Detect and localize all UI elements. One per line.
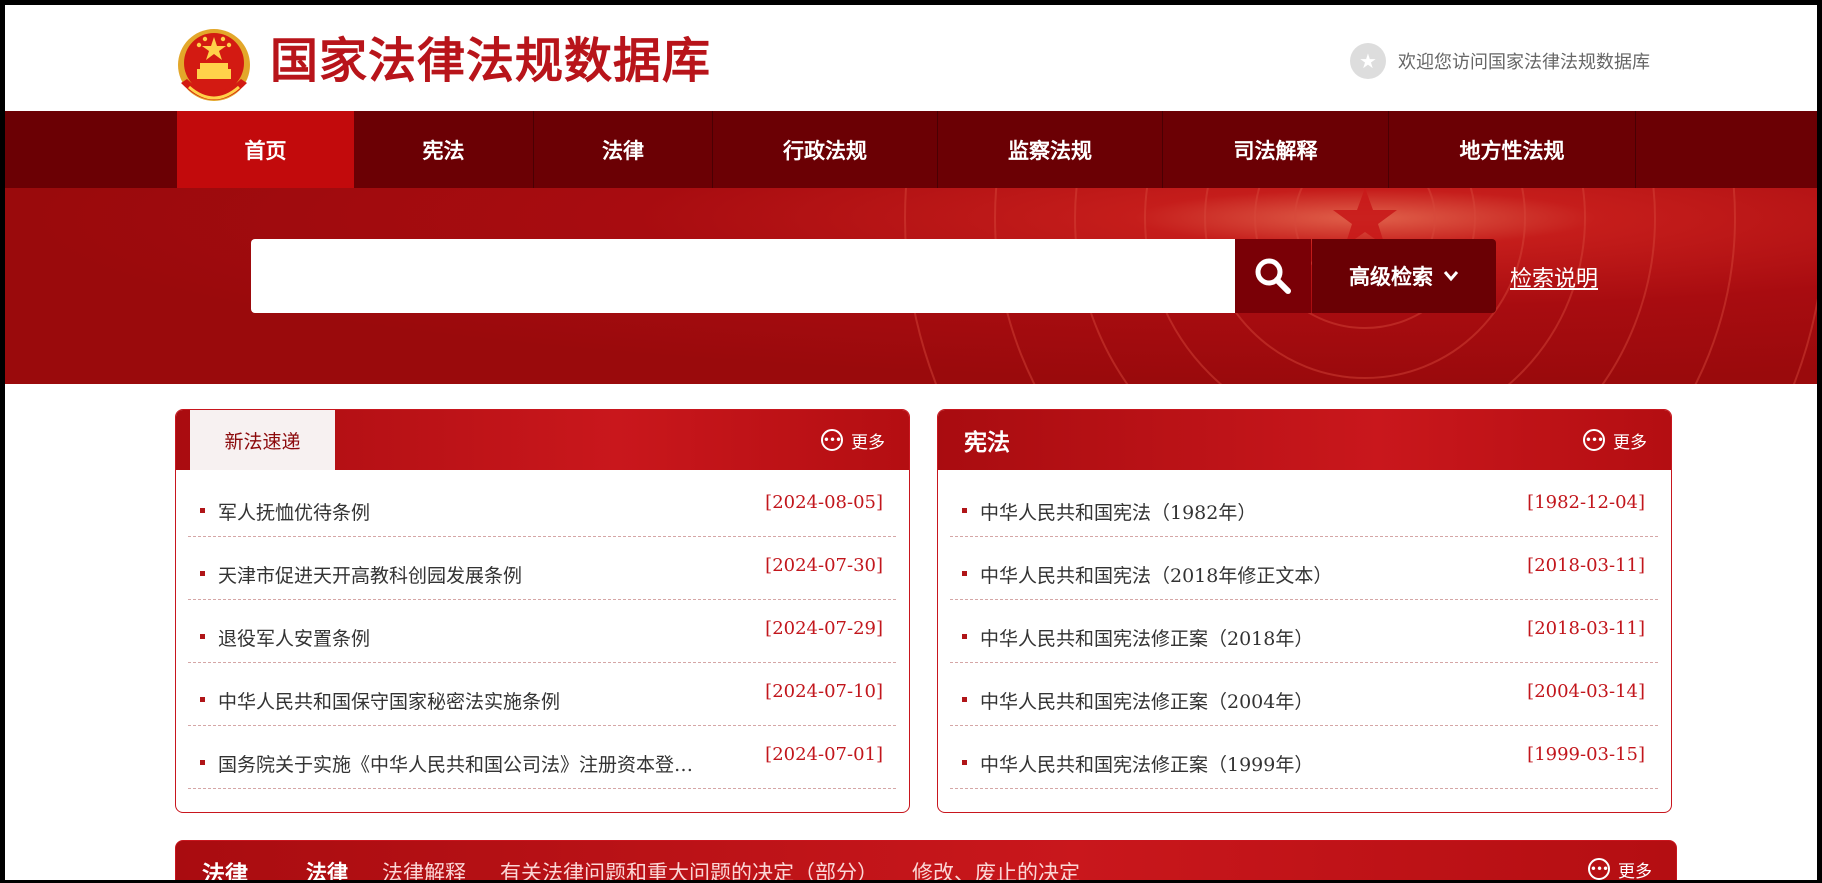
item-title-link[interactable]: 中华人民共和国保守国家秘密法实施条例 <box>218 687 560 714</box>
nav-item-home[interactable]: 首页 <box>177 111 354 188</box>
panel-header: 新法速递 ••• 更多 <box>176 410 909 470</box>
item-title-link[interactable]: 国务院关于实施《中华人民共和国公司法》注册资本登… <box>218 750 693 777</box>
chevron-down-icon <box>1443 271 1459 282</box>
item-date: [1982-12-04] <box>1527 492 1645 513</box>
item-title-link[interactable]: 中华人民共和国宪法修正案（2004年） <box>980 687 1313 714</box>
tab-new-laws[interactable]: 新法速递 <box>190 410 335 470</box>
item-title-link[interactable]: 中华人民共和国宪法（2018年修正文本） <box>980 561 1332 588</box>
panel-new-laws: 新法速递 ••• 更多 军人抚恤优待条例 [2024-08-05] 天津市促进天开… <box>175 409 910 813</box>
list-item: 天津市促进天开高教科创园发展条例 [2024-07-30] <box>188 537 896 600</box>
constitution-list: 中华人民共和国宪法（1982年） [1982-12-04] 中华人民共和国宪法（2… <box>950 474 1658 789</box>
more-link[interactable]: ••• 更多 <box>821 410 885 470</box>
bullet <box>962 760 967 765</box>
nav-item-judicial-interpretations[interactable]: 司法解释 <box>1163 111 1389 188</box>
page-frame: 国家法律法规数据库 ★ 欢迎您访问国家法律法规数据库 首页 宪法 法律 行政法规… <box>5 5 1817 880</box>
nav-item-constitution[interactable]: 宪法 <box>354 111 534 188</box>
item-date: [2004-03-14] <box>1527 681 1645 702</box>
more-dots-icon: ••• <box>1588 858 1610 880</box>
item-date: [1999-03-15] <box>1527 744 1645 765</box>
more-link[interactable]: ••• 更多 <box>1583 410 1647 470</box>
item-date: [2024-07-30] <box>765 555 883 576</box>
item-date: [2024-07-10] <box>765 681 883 702</box>
advanced-search-label: 高级检索 <box>1349 265 1433 289</box>
list-item: 中华人民共和国宪法（1982年） [1982-12-04] <box>950 474 1658 537</box>
bullet <box>200 571 205 576</box>
welcome-message: ★ 欢迎您访问国家法律法规数据库 <box>1350 43 1650 79</box>
item-title-link[interactable]: 天津市促进天开高教科创园发展条例 <box>218 561 522 588</box>
list-item: 国务院关于实施《中华人民共和国公司法》注册资本登… [2024-07-01] <box>188 726 896 789</box>
bullet <box>200 760 205 765</box>
more-label: 更多 <box>1618 861 1652 881</box>
more-label: 更多 <box>851 432 885 453</box>
list-item: 中华人民共和国宪法修正案（1999年） [1999-03-15] <box>950 726 1658 789</box>
tab-amend-repeal-decisions[interactable]: 修改、废止的决定 <box>912 857 1080 880</box>
item-title-link[interactable]: 中华人民共和国宪法（1982年） <box>980 498 1256 525</box>
item-date: [2018-03-11] <box>1527 555 1645 576</box>
bullet <box>962 508 967 513</box>
new-laws-list: 军人抚恤优待条例 [2024-08-05] 天津市促进天开高教科创园发展条例 [20… <box>188 474 896 789</box>
item-title-link[interactable]: 军人抚恤优待条例 <box>218 498 370 525</box>
panel-law: 法律 法律 法律解释 有关法律问题和重大问题的决定（部分） 修改、废止的决定 •… <box>175 840 1677 880</box>
welcome-text: 欢迎您访问国家法律法规数据库 <box>1398 52 1650 73</box>
item-date: [2024-07-01] <box>765 744 883 765</box>
list-item: 中华人民共和国保守国家秘密法实施条例 [2024-07-10] <box>188 663 896 726</box>
item-date: [2024-08-05] <box>765 492 883 513</box>
panel-title: 法律 <box>202 861 248 880</box>
list-item: 退役军人安置条例 [2024-07-29] <box>188 600 896 663</box>
law-tabs: 法律 法律解释 有关法律问题和重大问题的决定（部分） 修改、废止的决定 <box>306 857 1080 880</box>
site-title: 国家法律法规数据库 <box>270 33 712 89</box>
search-help-link[interactable]: 检索说明 <box>1510 261 1598 293</box>
national-emblem-icon <box>178 29 250 101</box>
bullet <box>200 508 205 513</box>
bullet <box>962 634 967 639</box>
item-title-link[interactable]: 退役军人安置条例 <box>218 624 370 651</box>
bullet <box>962 571 967 576</box>
advanced-search-button[interactable]: 高级检索 <box>1312 239 1496 313</box>
search-button[interactable] <box>1235 239 1311 313</box>
bullet <box>200 634 205 639</box>
list-item: 军人抚恤优待条例 [2024-08-05] <box>188 474 896 537</box>
search-input[interactable] <box>251 239 1235 313</box>
nav-item-admin-regulations[interactable]: 行政法规 <box>713 111 938 188</box>
nav-item-local-regulations[interactable]: 地方性法规 <box>1389 111 1636 188</box>
item-title-link[interactable]: 中华人民共和国宪法修正案（1999年） <box>980 750 1313 777</box>
search-banner: 高级检索 检索说明 <box>5 188 1817 384</box>
bullet <box>200 697 205 702</box>
panel-title: 宪法 <box>964 429 1010 456</box>
list-item: 中华人民共和国宪法（2018年修正文本） [2018-03-11] <box>950 537 1658 600</box>
tab-major-decisions[interactable]: 有关法律问题和重大问题的决定（部分） <box>500 857 878 880</box>
nav-item-law[interactable]: 法律 <box>534 111 713 188</box>
more-dots-icon: ••• <box>821 429 843 451</box>
more-link[interactable]: ••• 更多 <box>1588 841 1652 881</box>
tab-law[interactable]: 法律 <box>306 857 348 880</box>
main-nav: 首页 宪法 法律 行政法规 监察法规 司法解释 地方性法规 <box>5 111 1817 188</box>
panel-constitution: 宪法 ••• 更多 中华人民共和国宪法（1982年） [1982-12-04] 中… <box>937 409 1672 813</box>
item-date: [2024-07-29] <box>765 618 883 639</box>
item-title-link[interactable]: 中华人民共和国宪法修正案（2018年） <box>980 624 1313 651</box>
list-item: 中华人民共和国宪法修正案（2018年） [2018-03-11] <box>950 600 1658 663</box>
tab-law-interpretation[interactable]: 法律解释 <box>382 857 466 880</box>
star-icon: ★ <box>1350 43 1386 79</box>
search-icon <box>1255 258 1291 294</box>
more-label: 更多 <box>1613 432 1647 453</box>
list-item: 中华人民共和国宪法修正案（2004年） [2004-03-14] <box>950 663 1658 726</box>
panel-header: 宪法 ••• 更多 <box>938 410 1671 470</box>
more-dots-icon: ••• <box>1583 429 1605 451</box>
item-date: [2018-03-11] <box>1527 618 1645 639</box>
nav-item-supervisory-regulations[interactable]: 监察法规 <box>938 111 1163 188</box>
site-header: 国家法律法规数据库 ★ 欢迎您访问国家法律法规数据库 <box>5 5 1817 111</box>
bullet <box>962 697 967 702</box>
